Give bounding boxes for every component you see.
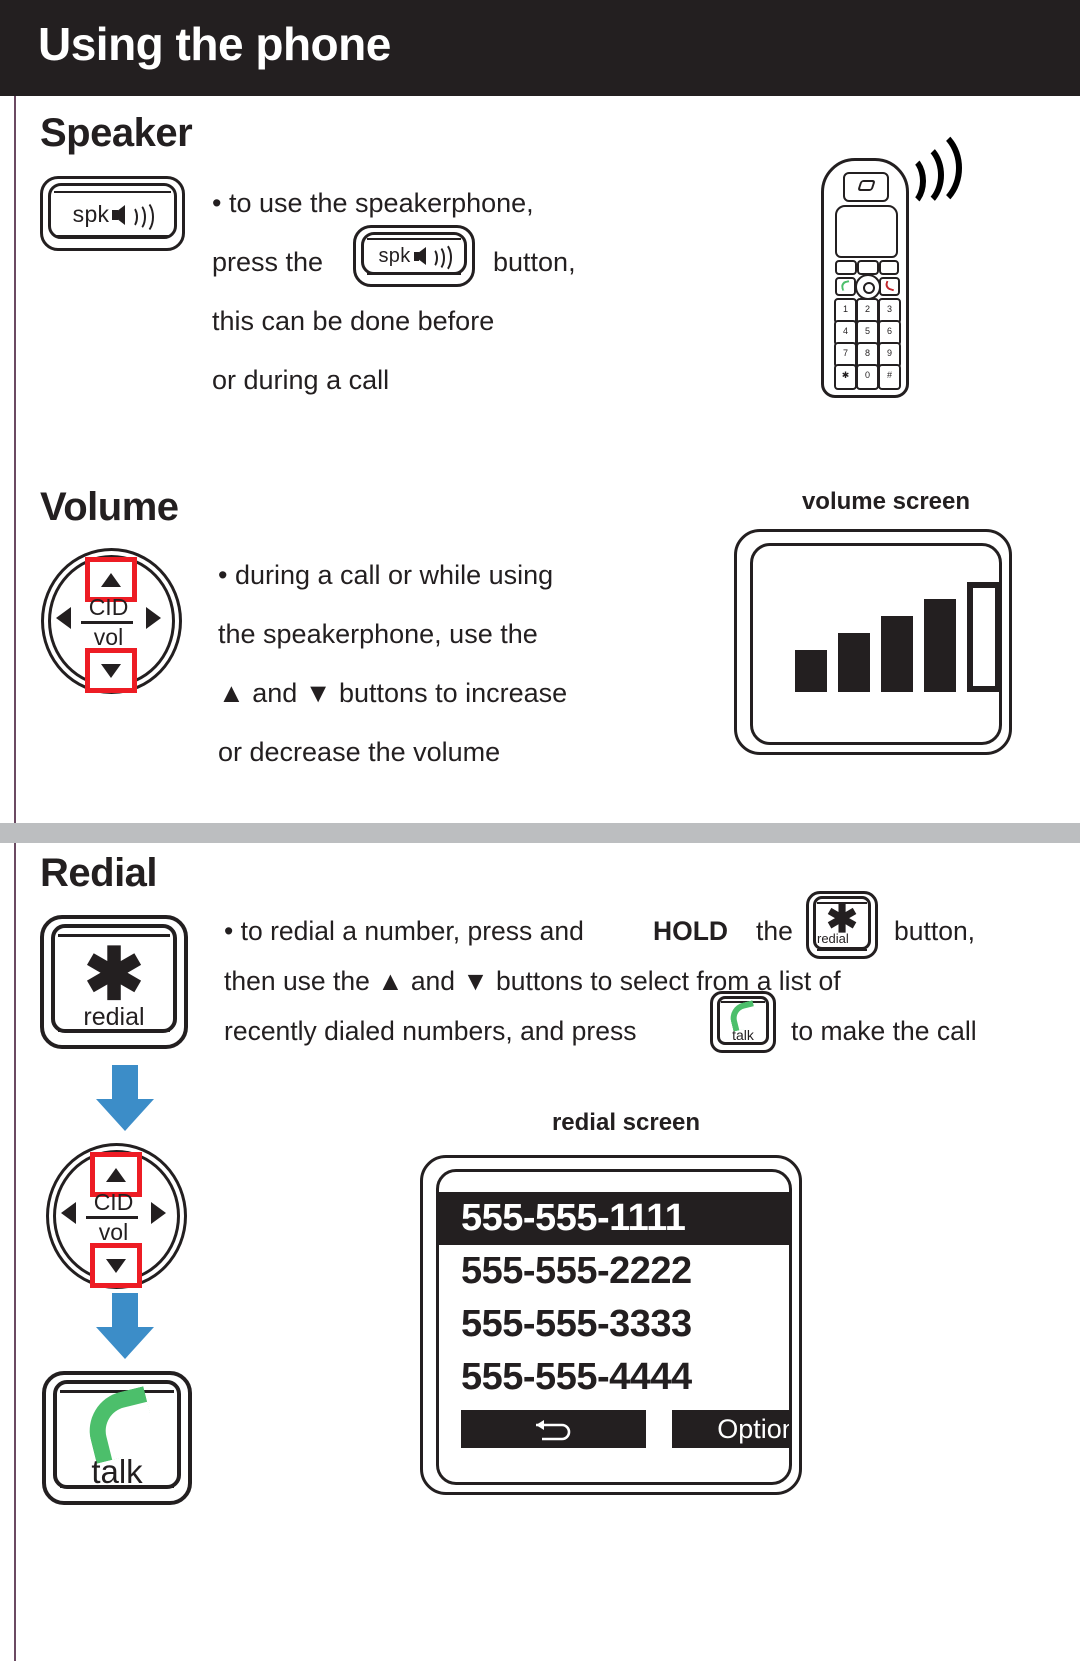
redial-key-inline-face: ✱ redial (806, 891, 878, 959)
volume-line-3: ▲ and ▼ buttons to increase (218, 678, 568, 708)
handset-phonebook-key (879, 260, 899, 275)
nav-wheel-volume[interactable]: CID vol (41, 548, 182, 694)
volume-bar-1 (795, 650, 827, 692)
handset-talk-key (835, 277, 856, 296)
talk-key-inline[interactable]: talk (710, 991, 776, 1053)
redial-key-label: redial (83, 1003, 145, 1031)
spk-key-face: spk (40, 178, 185, 251)
nav-right-icon[interactable] (146, 607, 161, 629)
volume-down-highlight[interactable] (85, 648, 137, 693)
nav-right-icon[interactable] (151, 1202, 166, 1224)
volume-bar-5 (967, 582, 999, 692)
asterisk-icon: ✱ (83, 935, 145, 1015)
spk-key-inline[interactable]: spk (353, 225, 475, 287)
redial-screen: 555-555-1111 555-555-2222 555-555-3333 5… (420, 1155, 802, 1495)
speaker-line-2: press the (212, 247, 324, 277)
speaker-line-2-tail: button, (493, 247, 576, 277)
flow-arrow-1 (96, 1065, 154, 1131)
talk-key-inline-face: talk (710, 991, 776, 1053)
volume-level-bars (795, 582, 999, 692)
redial-line-3a: recently dialed numbers, and press (224, 1016, 637, 1046)
redial-softkey-bar: Option (439, 1410, 789, 1448)
redial-down-highlight[interactable] (90, 1243, 142, 1288)
flow-arrow-2 (96, 1293, 154, 1359)
redial-line-1a: • to redial a number, press and (224, 916, 584, 946)
talk-key-label: talk (91, 1453, 143, 1490)
list-item[interactable]: 555-555-2222 (439, 1245, 789, 1298)
volume-section-title: Volume (40, 485, 179, 529)
speaker-icon (112, 199, 155, 234)
back-arrow-icon (535, 1420, 570, 1441)
handset-key-hash: # (878, 364, 901, 390)
redial-key-face: ✱ redial (40, 915, 188, 1049)
spk-key-inline-face: spk (353, 226, 475, 287)
volume-line-2: the speakerphone, use the (218, 619, 538, 649)
volume-line-4: or decrease the volume (218, 737, 501, 767)
spk-key-inline-label: spk (378, 245, 411, 267)
spk-key-label: spk (72, 201, 110, 227)
talk-key-large[interactable]: talk (42, 1371, 192, 1505)
chevron-down-icon (101, 663, 121, 678)
redial-line-1b: the (756, 916, 793, 946)
handset-display (835, 205, 898, 258)
section-divider (0, 823, 1080, 843)
redial-key-inline[interactable]: ✱ redial (806, 891, 878, 959)
volume-bar-2 (838, 633, 870, 692)
back-button[interactable] (461, 1410, 646, 1448)
volume-screen-inner (750, 543, 1002, 745)
redial-key-inline-label: redial (817, 931, 849, 946)
page-title: Using the phone (38, 18, 391, 70)
handset-off-key (879, 277, 900, 296)
redial-line-1c: button, (894, 916, 976, 946)
volume-bar-4 (924, 599, 956, 692)
panel-redial: Redial ✱ redial • to redial a number, pr… (14, 843, 1080, 1661)
redial-screen-caption: redial screen (551, 1109, 701, 1136)
handset-spk-key (857, 260, 879, 275)
redial-section-title: Redial (40, 851, 158, 895)
speaker-section-title: Speaker (40, 111, 193, 155)
handset-nav-wheel (855, 274, 881, 300)
talk-key-face: talk (42, 1371, 192, 1505)
redial-screen-inner: 555-555-1111 555-555-2222 555-555-3333 5… (436, 1169, 792, 1485)
list-item[interactable]: 555-555-4444 (439, 1351, 789, 1404)
list-item[interactable]: 555-555-3333 (439, 1298, 789, 1351)
option-button[interactable]: Option (672, 1410, 789, 1448)
volume-screen-caption: volume screen (801, 488, 971, 515)
handset-illustration: 1 2 3 4 5 6 7 8 9 ✱ 0 # (821, 158, 909, 398)
volume-screen (734, 529, 1012, 755)
nav-wheel-redial[interactable]: CID vol (46, 1143, 187, 1289)
spk-key-large[interactable]: spk (40, 176, 185, 251)
handset-key-0: 0 (856, 364, 879, 390)
talk-key-inline-label: talk (732, 1027, 754, 1043)
redial-line-3b: to make the call (791, 1016, 977, 1046)
handset-key-star: ✱ (834, 364, 857, 390)
chevron-down-icon (106, 1258, 126, 1273)
handset-menu-key (835, 260, 857, 275)
page-header: Using the phone (0, 0, 1080, 96)
volume-line-1: • during a call or while using (218, 560, 554, 590)
redial-key-large[interactable]: ✱ redial (40, 915, 188, 1049)
chevron-up-icon (106, 1167, 126, 1182)
speaker-line-4: or during a call (212, 365, 390, 395)
chevron-up-icon (101, 572, 121, 587)
speaker-line-3: this can be done before (212, 306, 495, 336)
nav-left-icon[interactable] (61, 1202, 76, 1224)
redial-line-1-hold: HOLD (653, 916, 729, 946)
redial-number-list[interactable]: 555-555-1111 555-555-2222 555-555-3333 5… (439, 1192, 789, 1404)
volume-bar-3 (881, 616, 913, 692)
speaker-icon (413, 242, 452, 273)
nav-left-icon[interactable] (56, 607, 71, 629)
panel-speaker-volume: Speaker spk • to use the speakerphone, p… (14, 96, 1080, 823)
list-item[interactable]: 555-555-1111 (439, 1192, 789, 1245)
